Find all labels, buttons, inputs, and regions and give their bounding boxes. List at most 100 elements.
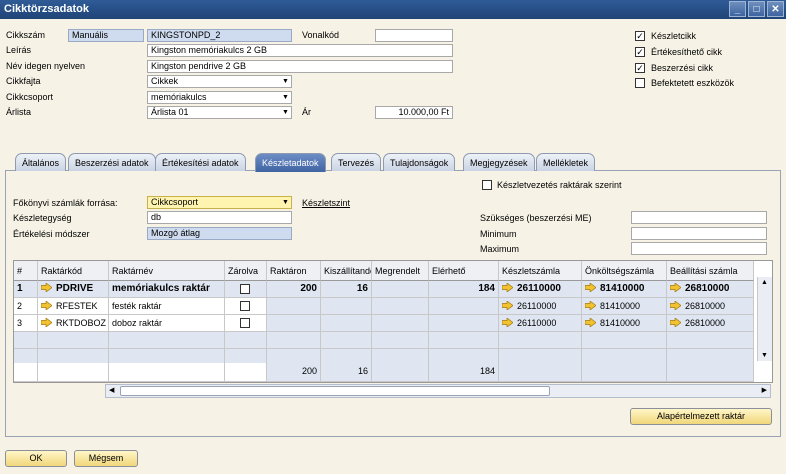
table-cell[interactable]: 26110000 bbox=[499, 315, 582, 332]
dropdown-arrow-icon[interactable]: ▼ bbox=[281, 198, 290, 207]
vertical-scrollbar[interactable]: ▲ ▼ bbox=[757, 277, 772, 361]
tab-remarks[interactable]: Megjegyzések bbox=[463, 153, 535, 171]
fixed-asset-checkbox[interactable] bbox=[635, 78, 645, 88]
price-list-select[interactable]: Árlista 01 ▼ bbox=[147, 106, 292, 119]
table-cell[interactable] bbox=[499, 332, 582, 349]
tab-inventory[interactable]: Készletadatok bbox=[255, 153, 326, 172]
lock-checkbox[interactable] bbox=[240, 301, 250, 311]
column-header[interactable]: Önköltségszámla bbox=[582, 261, 667, 281]
column-header[interactable]: Megrendelt bbox=[372, 261, 429, 281]
column-header[interactable]: Raktáron bbox=[267, 261, 321, 281]
link-arrow-icon[interactable] bbox=[585, 283, 596, 292]
by-warehouse-checkbox[interactable] bbox=[482, 180, 492, 190]
table-cell[interactable]: doboz raktár bbox=[109, 315, 225, 332]
table-cell[interactable] bbox=[225, 298, 267, 315]
cancel-button[interactable]: Mégsem bbox=[74, 450, 138, 467]
table-cell[interactable]: 26810000 bbox=[667, 298, 754, 315]
scroll-down-icon[interactable]: ▼ bbox=[761, 352, 768, 359]
tab-purchasing[interactable]: Beszerzési adatok bbox=[68, 153, 156, 171]
lock-checkbox[interactable] bbox=[240, 318, 250, 328]
ok-button[interactable]: OK bbox=[5, 450, 67, 467]
table-cell[interactable] bbox=[267, 298, 321, 315]
table-cell[interactable] bbox=[321, 298, 372, 315]
dropdown-arrow-icon[interactable]: ▼ bbox=[281, 108, 290, 117]
link-arrow-icon[interactable] bbox=[585, 301, 596, 310]
table-cell[interactable] bbox=[372, 332, 429, 349]
table-cell[interactable]: 2 bbox=[14, 298, 38, 315]
column-header[interactable]: Raktárnév bbox=[109, 261, 225, 281]
table-cell[interactable] bbox=[267, 315, 321, 332]
tab-general[interactable]: Általános bbox=[15, 153, 67, 171]
item-type-select[interactable]: Cikkek ▼ bbox=[147, 75, 292, 88]
table-cell[interactable] bbox=[429, 332, 499, 349]
table-cell[interactable]: RKTDOBOZ bbox=[38, 315, 109, 332]
column-header[interactable]: Készletszámla bbox=[499, 261, 582, 281]
tab-attachments[interactable]: Mellékletek bbox=[536, 153, 596, 171]
link-arrow-icon[interactable] bbox=[670, 318, 681, 327]
table-cell[interactable] bbox=[225, 332, 267, 349]
table-cell[interactable] bbox=[225, 281, 267, 298]
link-arrow-icon[interactable] bbox=[502, 318, 513, 327]
link-arrow-icon[interactable] bbox=[41, 318, 52, 327]
table-cell[interactable]: 26110000 bbox=[499, 281, 582, 298]
valuation-field[interactable]: Mozgó átlag bbox=[147, 227, 292, 240]
table-cell[interactable] bbox=[429, 298, 499, 315]
level-link[interactable]: Készletszint bbox=[302, 197, 350, 209]
table-cell[interactable] bbox=[667, 332, 754, 349]
sales-item-checkbox[interactable]: ✓ bbox=[635, 47, 645, 57]
column-header[interactable]: Elérhető bbox=[429, 261, 499, 281]
default-warehouse-button[interactable]: Alapértelmezett raktár bbox=[630, 408, 772, 425]
table-cell[interactable] bbox=[14, 332, 38, 349]
dropdown-arrow-icon[interactable]: ▼ bbox=[281, 93, 290, 102]
column-header[interactable]: Beállítási számla bbox=[667, 261, 754, 281]
scroll-up-icon[interactable]: ▲ bbox=[761, 279, 768, 286]
table-cell[interactable]: memóriakulcs raktár bbox=[109, 281, 225, 298]
price-field[interactable]: 10.000,00 Ft bbox=[375, 106, 453, 119]
maximize-button[interactable]: □ bbox=[748, 1, 765, 17]
item-code-field[interactable]: KINGSTONPD_2 bbox=[147, 29, 292, 42]
inventory-item-checkbox[interactable]: ✓ bbox=[635, 31, 645, 41]
link-arrow-icon[interactable] bbox=[502, 301, 513, 310]
description-field[interactable]: Kingston memóriakulcs 2 GB bbox=[147, 44, 453, 57]
dropdown-arrow-icon[interactable]: ▼ bbox=[281, 77, 290, 86]
table-cell[interactable] bbox=[582, 332, 667, 349]
tab-planning[interactable]: Tervezés bbox=[331, 153, 382, 171]
lock-checkbox[interactable] bbox=[240, 284, 250, 294]
table-cell[interactable]: 81410000 bbox=[582, 298, 667, 315]
minimize-button[interactable]: _ bbox=[729, 1, 746, 17]
table-cell[interactable]: 200 bbox=[267, 281, 321, 298]
column-header[interactable]: # bbox=[14, 261, 38, 281]
link-arrow-icon[interactable] bbox=[41, 283, 52, 292]
table-cell[interactable] bbox=[372, 315, 429, 332]
table-cell[interactable] bbox=[38, 332, 109, 349]
close-button[interactable]: ✕ bbox=[767, 1, 784, 17]
table-cell[interactable]: 81410000 bbox=[582, 315, 667, 332]
link-arrow-icon[interactable] bbox=[502, 283, 513, 292]
table-cell[interactable]: 26810000 bbox=[667, 315, 754, 332]
table-cell[interactable] bbox=[267, 332, 321, 349]
required-field[interactable] bbox=[631, 211, 767, 224]
purchase-item-checkbox[interactable]: ✓ bbox=[635, 63, 645, 73]
link-arrow-icon[interactable] bbox=[41, 301, 52, 310]
table-cell[interactable]: 26110000 bbox=[499, 298, 582, 315]
table-cell[interactable]: festék raktár bbox=[109, 298, 225, 315]
series-select[interactable]: Manuális bbox=[68, 29, 144, 42]
table-cell[interactable]: 26810000 bbox=[667, 281, 754, 298]
column-header[interactable]: Kiszállítandó bbox=[321, 261, 372, 281]
barcode-field[interactable] bbox=[375, 29, 453, 42]
column-header[interactable]: Raktárkód bbox=[38, 261, 109, 281]
item-group-select[interactable]: memóriakulcs ▼ bbox=[147, 91, 292, 104]
table-cell[interactable] bbox=[429, 315, 499, 332]
table-cell[interactable]: 16 bbox=[321, 281, 372, 298]
table-cell[interactable] bbox=[225, 315, 267, 332]
table-cell[interactable] bbox=[109, 332, 225, 349]
table-cell[interactable]: PDRIVE bbox=[38, 281, 109, 298]
link-arrow-icon[interactable] bbox=[670, 301, 681, 310]
table-cell[interactable]: 81410000 bbox=[582, 281, 667, 298]
maximum-field[interactable] bbox=[631, 242, 767, 255]
minimum-field[interactable] bbox=[631, 227, 767, 240]
link-arrow-icon[interactable] bbox=[585, 318, 596, 327]
scroll-right-icon[interactable]: ▶ bbox=[762, 386, 767, 394]
table-cell[interactable] bbox=[321, 315, 372, 332]
table-cell[interactable]: 184 bbox=[429, 281, 499, 298]
